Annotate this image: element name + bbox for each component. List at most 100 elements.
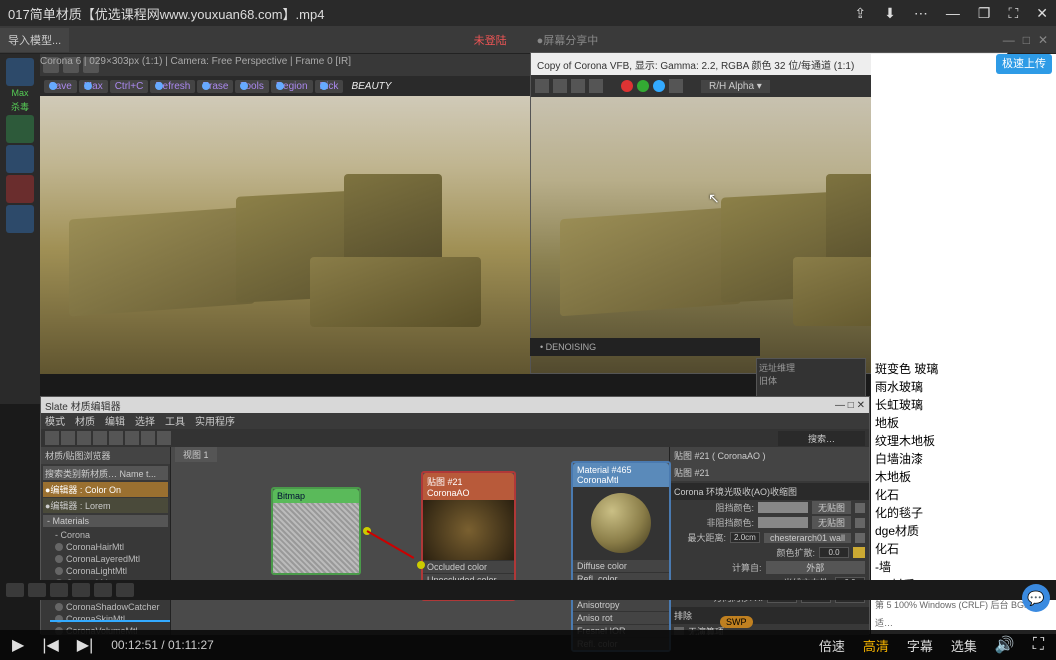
- import-tab[interactable]: 导入模型...: [0, 28, 69, 52]
- record-icon[interactable]: [621, 80, 633, 92]
- view-tab[interactable]: 视图 1: [175, 447, 217, 462]
- task-icon[interactable]: [28, 583, 46, 597]
- menu-item[interactable]: 工具: [165, 413, 185, 429]
- upload-badge[interactable]: 极速上传: [996, 54, 1052, 74]
- tool-icon-3[interactable]: [6, 205, 34, 233]
- maximize-icon[interactable]: ⛶: [1008, 5, 1018, 22]
- checkbox[interactable]: [855, 518, 865, 528]
- slate-tb-icon[interactable]: [93, 431, 107, 445]
- checkbox[interactable]: [855, 503, 865, 513]
- slate-tb-icon[interactable]: [77, 431, 91, 445]
- menu-item[interactable]: 选择: [135, 413, 155, 429]
- browser-sub[interactable]: - Corona: [41, 529, 170, 541]
- node-slot[interactable]: Diffuse color: [573, 559, 669, 572]
- subtitle-option[interactable]: 字幕: [907, 636, 933, 655]
- volume-icon[interactable]: 🔊: [995, 635, 1015, 655]
- pass-selector[interactable]: R/H Alpha ▾: [701, 80, 770, 93]
- map-button[interactable]: chesterarch01 wall: [764, 533, 851, 543]
- material-item[interactable]: CoronaShadowCatcher: [41, 601, 170, 613]
- browser-section[interactable]: - Materials: [43, 515, 168, 527]
- hd-option[interactable]: 高清: [863, 636, 889, 655]
- param-section[interactable]: Corona 环境光吸收(AO)收缩图: [670, 483, 869, 500]
- tool-icon-2[interactable]: [6, 175, 34, 203]
- material-item[interactable]: CoronaSkinMtl: [41, 613, 170, 625]
- refresh-button[interactable]: Refresh: [150, 80, 195, 93]
- chat-bubble-icon[interactable]: 💬: [1022, 584, 1050, 612]
- task-icon[interactable]: [116, 583, 134, 597]
- pick-button[interactable]: Pick: [315, 80, 344, 93]
- stop-icon[interactable]: [653, 80, 665, 92]
- inner-close-icon[interactable]: ✕: [1038, 33, 1048, 47]
- node-slot[interactable]: Aniso rot: [573, 611, 669, 624]
- episode-option[interactable]: 选集: [951, 636, 977, 655]
- next-button[interactable]: ▶|: [77, 635, 93, 655]
- start-icon[interactable]: [6, 583, 24, 597]
- slate-tb-icon[interactable]: [61, 431, 75, 445]
- ctrlc-button[interactable]: Ctrl+C: [110, 80, 149, 93]
- left-render-viewport[interactable]: [40, 96, 530, 374]
- slate-tb-icon[interactable]: [141, 431, 155, 445]
- spinner[interactable]: 2.0cm: [730, 532, 760, 543]
- task-icon[interactable]: [94, 583, 112, 597]
- prev-button[interactable]: |◀: [42, 635, 58, 655]
- slate-titlebar[interactable]: Slate 材质编辑器 — □ ✕: [41, 397, 869, 413]
- spinner[interactable]: 0.0: [819, 547, 849, 558]
- close-icon[interactable]: ✕: [1036, 5, 1048, 22]
- slate-search[interactable]: 搜索…: [778, 431, 865, 446]
- max-button[interactable]: Max: [79, 80, 108, 93]
- vfb-grid-icon[interactable]: [669, 79, 683, 93]
- node-port[interactable]: [417, 561, 425, 569]
- share-icon[interactable]: ⇪: [854, 5, 866, 22]
- coronamtl-node[interactable]: Material #465CoronaMtl Diffuse color Ref…: [571, 461, 671, 652]
- browser-row[interactable]: ●编辑器 : Color On: [43, 482, 168, 497]
- vfb-tool-icon[interactable]: [589, 79, 603, 93]
- tools-button[interactable]: Tools: [235, 80, 268, 93]
- play-button[interactable]: ▶: [12, 635, 24, 655]
- slate-max-icon[interactable]: □: [848, 400, 854, 411]
- save-button[interactable]: Save: [44, 80, 77, 93]
- exclude-section[interactable]: 排除: [670, 607, 869, 624]
- slate-tb-icon[interactable]: [45, 431, 59, 445]
- app-icon[interactable]: [6, 58, 34, 86]
- vfb-save-icon[interactable]: [535, 79, 549, 93]
- material-item[interactable]: CoronaLayeredMtl: [41, 553, 170, 565]
- browser-row[interactable]: ●编辑器 : Lorem: [43, 498, 168, 513]
- slate-tb-icon[interactable]: [157, 431, 171, 445]
- bitmap-node[interactable]: Bitmap: [271, 487, 361, 575]
- node-slot[interactable]: Occluded color: [423, 560, 514, 573]
- task-icon[interactable]: [50, 583, 68, 597]
- slate-tb-icon[interactable]: [109, 431, 123, 445]
- menu-item[interactable]: 编辑: [105, 413, 125, 429]
- menu-item[interactable]: 材质: [75, 413, 95, 429]
- dropdown[interactable]: 外部: [766, 561, 866, 574]
- login-status[interactable]: 未登陆: [474, 32, 507, 48]
- restore-icon[interactable]: ❐: [978, 5, 991, 22]
- color-swatch[interactable]: [758, 502, 808, 513]
- speed-option[interactable]: 倍速: [819, 636, 845, 655]
- vfb-copy-icon[interactable]: [553, 79, 567, 93]
- task-icon[interactable]: [72, 583, 90, 597]
- inner-max-icon[interactable]: □: [1023, 33, 1030, 47]
- region-button[interactable]: Region: [271, 80, 313, 93]
- map-button[interactable]: 无贴图: [812, 516, 851, 529]
- shield-icon[interactable]: [6, 115, 34, 143]
- menu-item[interactable]: 模式: [45, 413, 65, 429]
- color-swatch[interactable]: [758, 517, 808, 528]
- lock-icon[interactable]: [853, 547, 865, 558]
- browser-search[interactable]: 搜索类别新材质… Name t...: [43, 466, 168, 480]
- vfb-tool-icon[interactable]: [571, 79, 585, 93]
- menu-item[interactable]: 实用程序: [195, 413, 235, 429]
- tool-icon-1[interactable]: [6, 145, 34, 173]
- slate-min-icon[interactable]: —: [835, 400, 845, 411]
- more-icon[interactable]: ⋯: [914, 5, 928, 22]
- material-item[interactable]: CoronaLightMtl: [41, 565, 170, 577]
- material-item[interactable]: CoronaHairMtl: [41, 541, 170, 553]
- minimize-icon[interactable]: —: [946, 5, 960, 22]
- erase-button[interactable]: Erase: [197, 80, 233, 93]
- download-icon[interactable]: ⬇: [884, 5, 896, 22]
- node-graph[interactable]: 视图 1 Bitmap 贴图 #21CoronaAO Occluded colo…: [171, 447, 669, 635]
- slate-tb-icon[interactable]: [125, 431, 139, 445]
- slate-close-icon[interactable]: ✕: [857, 400, 865, 411]
- fullscreen-icon[interactable]: ⛶: [1033, 636, 1044, 654]
- checkbox[interactable]: [855, 533, 865, 543]
